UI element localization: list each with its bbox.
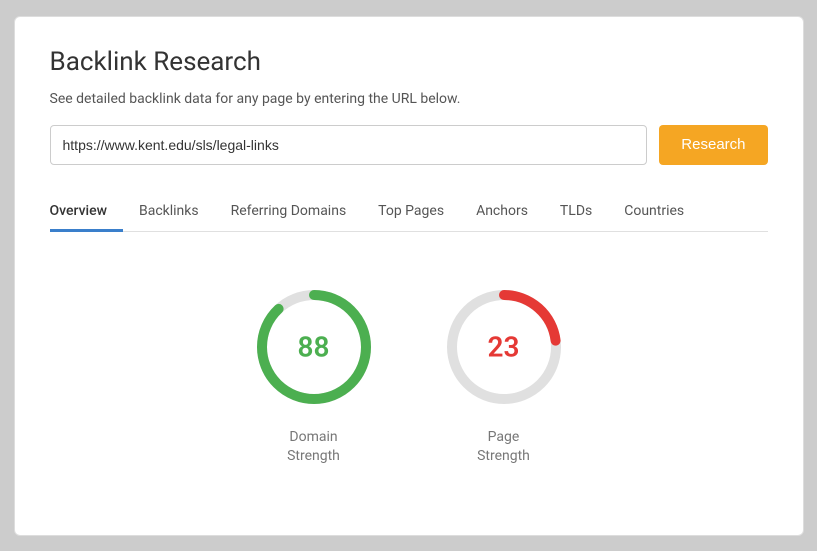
circle-domain-strength: 88 — [249, 282, 379, 412]
metric-page-strength: 23 PageStrength — [439, 282, 569, 467]
url-input[interactable] — [50, 125, 648, 165]
tab-referring-domains[interactable]: Referring Domains — [215, 193, 363, 232]
tab-backlinks[interactable]: Backlinks — [123, 193, 215, 232]
metric-label-page-strength: PageStrength — [477, 428, 530, 467]
tab-anchors[interactable]: Anchors — [460, 193, 544, 232]
tab-top-pages[interactable]: Top Pages — [362, 193, 460, 232]
tabs-bar: OverviewBacklinksReferring DomainsTop Pa… — [50, 193, 768, 232]
search-row: Research — [50, 125, 768, 165]
research-button[interactable]: Research — [659, 125, 767, 165]
page-title: Backlink Research — [50, 47, 768, 77]
main-card: Backlink Research See detailed backlink … — [14, 16, 804, 536]
metric-domain-strength: 88 DomainStrength — [249, 282, 379, 467]
tab-countries[interactable]: Countries — [608, 193, 700, 232]
metrics-row: 88 DomainStrength 23 PageStrength — [50, 272, 768, 467]
metric-value-page-strength: 23 — [488, 330, 520, 363]
tab-tlds[interactable]: TLDs — [544, 193, 608, 232]
metric-value-domain-strength: 88 — [298, 330, 330, 363]
tab-overview[interactable]: Overview — [50, 193, 123, 232]
metric-label-domain-strength: DomainStrength — [287, 428, 340, 467]
circle-page-strength: 23 — [439, 282, 569, 412]
subtitle: See detailed backlink data for any page … — [50, 91, 768, 107]
